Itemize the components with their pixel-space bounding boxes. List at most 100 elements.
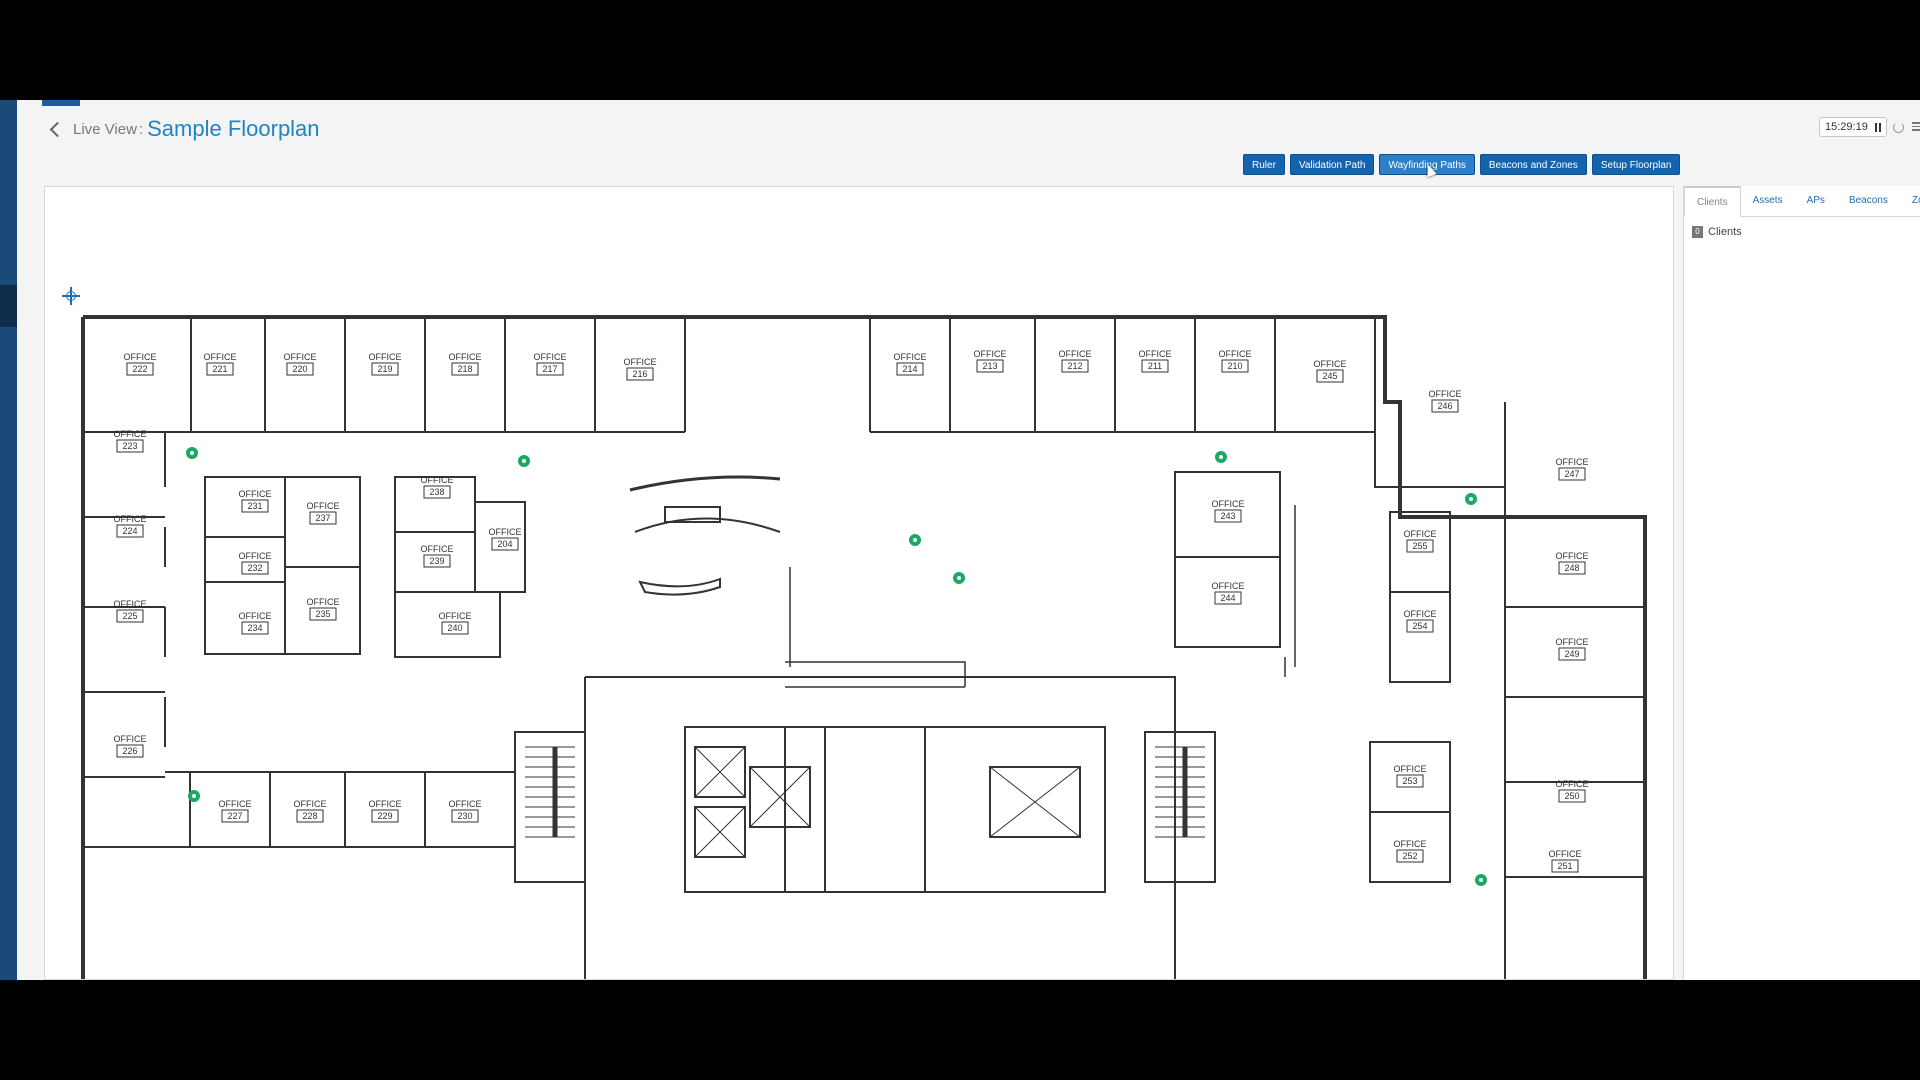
room-number: 222 — [132, 364, 147, 374]
access-point-dot — [190, 451, 194, 455]
room-label-office: OFFICE — [489, 527, 522, 537]
page-title: Sample Floorplan — [147, 116, 320, 141]
room-number: 255 — [1412, 541, 1427, 551]
room-label-office: OFFICE — [294, 799, 327, 809]
access-point-dot — [957, 576, 961, 580]
room-number: 212 — [1067, 361, 1082, 371]
setup-floorplan-button[interactable]: Setup Floorplan — [1591, 154, 1681, 175]
room-label-office: OFFICE — [1059, 349, 1092, 359]
room-number: 213 — [982, 361, 997, 371]
room-label-office: OFFICE — [239, 611, 272, 621]
room-number: 228 — [302, 811, 317, 821]
right-side-panel: Clients Assets APs Beacons Zone 0 Client… — [1683, 186, 1920, 980]
room-label-office: OFFICE — [114, 429, 147, 439]
room-number: 253 — [1402, 776, 1417, 786]
room-label-office: OFFICE — [1394, 839, 1427, 849]
room-number: 232 — [247, 563, 262, 573]
tab-zone[interactable]: Zone — [1900, 186, 1920, 216]
room-label-office: OFFICE — [204, 352, 237, 362]
access-point-dot — [913, 538, 917, 542]
validation-path-button[interactable]: Validation Path — [1289, 154, 1375, 175]
tab-beacons[interactable]: Beacons — [1837, 186, 1900, 216]
room-number: 214 — [902, 364, 917, 374]
room-label-office: OFFICE — [1404, 609, 1437, 619]
floorplan-walls — [81, 315, 1647, 979]
access-point-dot — [192, 794, 196, 798]
room-number: 254 — [1412, 621, 1427, 631]
clock-time: 15:29:19 — [1825, 121, 1868, 133]
breadcrumb-separator: : — [138, 120, 144, 138]
room-label-office: OFFICE — [239, 489, 272, 499]
room-label-office: OFFICE — [894, 352, 927, 362]
clients-summary: 0 Clients — [1692, 226, 1913, 238]
room-number: 248 — [1564, 563, 1579, 573]
room-label-office: OFFICE — [534, 352, 567, 362]
room-number: 235 — [315, 609, 330, 619]
room-number: 251 — [1557, 861, 1572, 871]
room-number: 234 — [247, 623, 262, 633]
room-number: 249 — [1564, 649, 1579, 659]
room-label-office: OFFICE — [1549, 849, 1582, 859]
panel-tabs: Clients Assets APs Beacons Zone — [1684, 186, 1920, 217]
room-number: 246 — [1437, 401, 1452, 411]
floorplan-canvas[interactable]: OFFICE 222 OFFICE 221 OFFICE 220 OFFICE 219 OFFI… — [44, 186, 1674, 980]
room-label-office: OFFICE — [1429, 389, 1462, 399]
room-label-office: OFFICE — [124, 352, 157, 362]
top-accent-bar — [42, 100, 80, 106]
floorplan-room-labels: OFFICE 222 OFFICE 221 OFFICE 220 OFFICE 219 OFFI… — [114, 349, 1589, 873]
room-label-office: OFFICE — [114, 599, 147, 609]
room-number: 229 — [377, 811, 392, 821]
left-nav-selected-item[interactable] — [0, 285, 17, 327]
room-number: 216 — [632, 369, 647, 379]
floorplan-toolbar: Ruler Validation Path Wayfinding Paths B… — [1243, 154, 1681, 175]
breadcrumb-parent[interactable]: Live View — [73, 121, 137, 138]
room-number: 250 — [1564, 791, 1579, 801]
pause-icon[interactable] — [1875, 122, 1881, 132]
room-label-office: OFFICE — [114, 734, 147, 744]
app-window: Live View : Sample Floorplan 15:29:19 Ru… — [0, 100, 1920, 980]
room-label-office: OFFICE — [1394, 764, 1427, 774]
room-number: 210 — [1227, 361, 1242, 371]
refresh-icon[interactable] — [1893, 122, 1904, 133]
room-number: 230 — [457, 811, 472, 821]
live-clock: 15:29:19 — [1819, 117, 1887, 137]
room-label-office: OFFICE — [114, 514, 147, 524]
room-label-office: OFFICE — [1212, 581, 1245, 591]
room-label-office: OFFICE — [369, 799, 402, 809]
room-label-office: OFFICE — [1556, 457, 1589, 467]
room-label-office: OFFICE — [307, 501, 340, 511]
room-number: 247 — [1564, 469, 1579, 479]
room-number: 225 — [122, 611, 137, 621]
room-number: 240 — [447, 623, 462, 633]
breadcrumb: Live View : Sample Floorplan — [49, 114, 320, 144]
room-number: 220 — [292, 364, 307, 374]
room-label-office: OFFICE — [307, 597, 340, 607]
floorplan-drawing: OFFICE 222 OFFICE 221 OFFICE 220 OFFICE 219 OFFI… — [81, 315, 1647, 979]
room-label-office: OFFICE — [1556, 551, 1589, 561]
room-label-office: OFFICE — [1314, 359, 1347, 369]
menu-icon[interactable] — [1912, 122, 1920, 133]
tab-aps[interactable]: APs — [1795, 186, 1837, 216]
room-number: 243 — [1220, 511, 1235, 521]
room-number: 217 — [542, 364, 557, 374]
room-label-office: OFFICE — [974, 349, 1007, 359]
chevron-left-icon[interactable] — [49, 121, 66, 137]
tab-clients[interactable]: Clients — [1684, 186, 1741, 217]
clients-label: Clients — [1708, 226, 1742, 238]
room-label-office: OFFICE — [284, 352, 317, 362]
room-number: 221 — [212, 364, 227, 374]
room-label-office: OFFICE — [369, 352, 402, 362]
room-number: 211 — [1148, 361, 1162, 371]
room-number: 223 — [122, 441, 137, 451]
room-number: 227 — [227, 811, 242, 821]
left-nav-sidebar — [0, 100, 17, 980]
beacons-and-zones-button[interactable]: Beacons and Zones — [1479, 154, 1587, 175]
room-number: 237 — [315, 513, 330, 523]
room-number: 252 — [1402, 851, 1417, 861]
room-number: 239 — [429, 556, 444, 566]
room-label-office: OFFICE — [1139, 349, 1172, 359]
ruler-button[interactable]: Ruler — [1243, 154, 1285, 175]
clients-count-badge: 0 — [1692, 226, 1703, 238]
access-point-dot — [1469, 497, 1473, 501]
tab-assets[interactable]: Assets — [1741, 186, 1795, 216]
